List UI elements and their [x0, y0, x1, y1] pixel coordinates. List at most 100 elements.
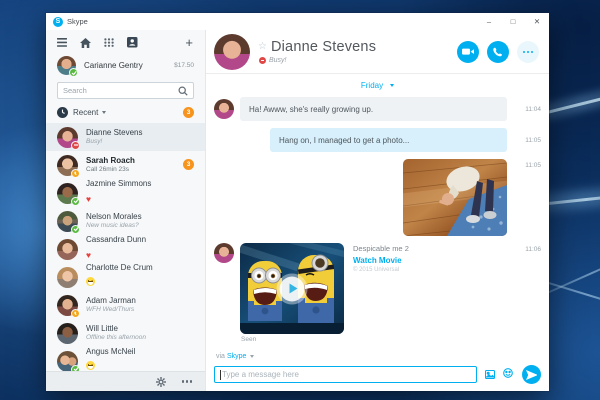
contact-name: Cassandra Dunn: [86, 235, 146, 245]
watch-movie-link[interactable]: Watch Movie: [353, 256, 507, 265]
date-label: Friday: [361, 81, 383, 90]
dialpad-icon[interactable]: [104, 38, 114, 47]
window-controls: – □ ✕: [477, 13, 549, 30]
message-time: 11:04: [507, 106, 541, 113]
video-call-button[interactable]: [457, 41, 479, 63]
skype-logo-icon: S: [53, 17, 63, 27]
menu-icon[interactable]: [57, 38, 67, 47]
heart-emoji: ♥: [86, 250, 91, 260]
contact-status: Busy!: [86, 138, 142, 146]
conversation-title: Dianne Stevens: [271, 39, 376, 55]
add-button[interactable]: +: [185, 38, 193, 48]
message-outgoing-photo: 11:05: [214, 159, 541, 236]
contact-name: Jazmine Simmons: [86, 179, 151, 189]
recent-unread-badge: 3: [183, 107, 194, 118]
avatar: [57, 351, 78, 372]
avatar: [57, 295, 78, 316]
video-title: Despicable me 2: [353, 244, 507, 253]
contact-row-will-little[interactable]: Will Little Offline this afternoon: [46, 319, 205, 347]
sidebar: + Carianne Gentry $17.50 Search Recent: [46, 30, 206, 391]
phone-icon: [493, 47, 503, 57]
avatar: [57, 155, 78, 176]
avatar: [57, 56, 76, 75]
app-body: + Carianne Gentry $17.50 Search Recent: [46, 30, 549, 391]
contact-row-nelson-morales[interactable]: Nelson Morales New music ideas?: [46, 207, 205, 235]
sidebar-nav: +: [46, 30, 205, 52]
contact-name: Dianne Stevens: [86, 128, 142, 138]
search-placeholder: Search: [63, 86, 178, 95]
avatar: [57, 239, 78, 260]
avatar[interactable]: [214, 34, 250, 70]
online-status-badge: [71, 197, 80, 206]
message-input[interactable]: Type a message here: [214, 366, 477, 383]
online-status-badge: [71, 225, 80, 234]
recent-filter[interactable]: Recent 3: [46, 104, 205, 123]
avatar: [57, 267, 78, 288]
recent-label: Recent: [73, 108, 98, 117]
clock-icon: [57, 107, 68, 118]
profile-row[interactable]: Carianne Gentry $17.50: [46, 52, 205, 78]
chevron-down-icon: [250, 355, 254, 358]
text-caret: [220, 370, 221, 380]
contacts-icon[interactable]: [127, 37, 138, 48]
input-placeholder: Type a message here: [222, 370, 299, 379]
via-channel-selector[interactable]: via Skype: [216, 353, 541, 360]
home-icon[interactable]: [80, 38, 91, 48]
close-button[interactable]: ✕: [525, 13, 549, 30]
message-bubble[interactable]: Hang on, I managed to get a photo...: [270, 128, 507, 152]
title-bar: S Skype – □ ✕: [46, 13, 549, 30]
contact-mood-status: Busy!: [269, 57, 287, 64]
settings-gear-icon[interactable]: [156, 377, 166, 387]
avatar: [214, 99, 234, 119]
on-call-badge: [71, 309, 80, 318]
grin-emoji: [86, 361, 95, 370]
contact-row-dianne-stevens[interactable]: Dianne Stevens Busy!: [46, 123, 205, 151]
photo-attachment[interactable]: [403, 159, 507, 236]
send-plane-icon: [526, 370, 537, 380]
on-call-badge: [71, 169, 80, 178]
maximize-button[interactable]: □: [501, 13, 525, 30]
search-icon: [178, 86, 188, 96]
contact-status: Offline this afternoon: [86, 334, 146, 342]
contact-list: Dianne Stevens Busy! Sarah Roach Call 26…: [46, 123, 205, 391]
search-input[interactable]: Search: [57, 82, 194, 99]
contact-row-jazmine-simmons[interactable]: Jazmine Simmons ♥: [46, 179, 205, 207]
emoji-icon[interactable]: [503, 366, 514, 384]
profile-name: Carianne Gentry: [84, 61, 143, 70]
contact-row-sarah-roach[interactable]: Sarah Roach Call 26min 23s 3: [46, 151, 205, 179]
contact-name: Will Little: [86, 324, 146, 334]
contact-name: Angus McNeil: [86, 347, 135, 357]
contact-row-charlotte-de-crum[interactable]: Charlotte De Crum: [46, 263, 205, 291]
play-button[interactable]: [280, 276, 305, 301]
video-thumbnail[interactable]: [240, 243, 344, 334]
avatar: [57, 183, 78, 204]
skype-credit: $17.50: [174, 62, 194, 69]
avatar: [214, 243, 234, 263]
unread-badge: 3: [183, 159, 194, 170]
message-time: 11:06: [507, 243, 541, 253]
date-divider[interactable]: Friday: [361, 81, 394, 90]
favorite-star-icon[interactable]: ☆: [258, 42, 267, 52]
message-list: Friday Ha! Awww, she's really growing up…: [206, 74, 549, 350]
contact-name: Nelson Morales: [86, 212, 142, 222]
conversation-header: ☆ Dianne Stevens Busy!: [206, 30, 549, 74]
contact-status: New music ideas?: [86, 222, 142, 230]
skype-window: S Skype – □ ✕ +: [46, 13, 549, 391]
read-receipt: Seen: [241, 336, 541, 343]
contact-status: WFH Wed/Thurs: [86, 306, 136, 314]
contact-name: Sarah Roach: [86, 156, 135, 166]
send-button[interactable]: [522, 365, 541, 384]
more-options-icon[interactable]: [182, 380, 192, 382]
message-bubble[interactable]: Ha! Awww, she's really growing up.: [240, 97, 507, 121]
photo-attachment-icon[interactable]: [485, 366, 495, 384]
busy-status-badge: [71, 141, 80, 150]
contact-row-cassandra-dunn[interactable]: Cassandra Dunn ♥: [46, 235, 205, 263]
minimize-button[interactable]: –: [477, 13, 501, 30]
message-incoming: Ha! Awww, she's really growing up. 11:04: [214, 97, 541, 121]
ellipsis-icon: [523, 51, 532, 53]
voice-call-button[interactable]: [487, 41, 509, 63]
more-options-button[interactable]: [517, 41, 539, 63]
contact-row-adam-jarman[interactable]: Adam Jarman WFH Wed/Thurs: [46, 291, 205, 319]
contact-status: Call 26min 23s: [86, 166, 135, 174]
conversation-panel: ☆ Dianne Stevens Busy!: [206, 30, 549, 391]
